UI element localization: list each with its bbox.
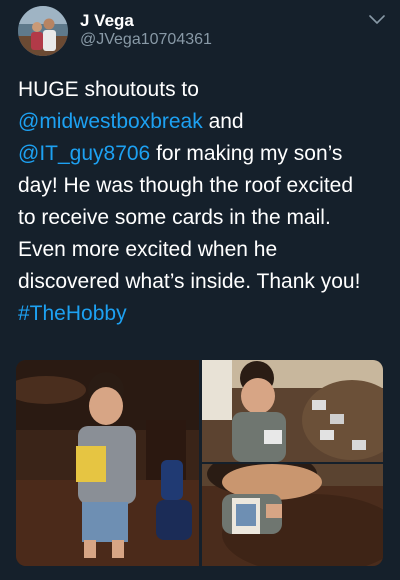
tweet-text-line: @IT_guy8706 for making my son’s: [18, 138, 390, 170]
mention-link[interactable]: @IT_guy8706: [18, 142, 150, 165]
hashtag-link[interactable]: #TheHobby: [18, 302, 127, 325]
author-display-name[interactable]: J Vega: [80, 11, 134, 31]
tweet-text-segment: Even more excited when he: [18, 238, 278, 261]
tweet: J Vega @JVega10704361 HUGE shoutouts to @…: [0, 0, 400, 580]
tweet-text-segment: to receive some cards in the mail.: [18, 206, 331, 229]
avatar[interactable]: [18, 6, 68, 56]
tweet-text-line: Even more excited when he: [18, 234, 390, 266]
chevron-down-icon[interactable]: [368, 14, 386, 26]
tweet-text-line: #TheHobby: [18, 298, 390, 330]
tweet-text-line: day! He was though the roof excited: [18, 170, 390, 202]
photo-icon: [202, 464, 383, 566]
profile-photo-icon: [18, 6, 68, 56]
tweet-text-line: @midwestboxbreak and: [18, 106, 390, 138]
tweet-text-segment: and: [202, 110, 244, 133]
tweet-text-segment: for making my son’s: [150, 142, 343, 165]
tweet-text-segment: discovered what’s inside. Thank you!: [18, 270, 361, 293]
tweet-text: HUGE shoutouts to @midwestboxbreak and @IT…: [18, 74, 390, 330]
author-handle[interactable]: @JVega10704361: [80, 31, 212, 49]
tweet-text-line: discovered what’s inside. Thank you!: [18, 266, 390, 298]
mention-link[interactable]: @midwestboxbreak: [18, 110, 203, 133]
media-grid: [16, 360, 383, 566]
photo-icon: [16, 360, 199, 566]
tweet-text-line: HUGE shoutouts to: [18, 74, 390, 106]
tweet-text-line: to receive some cards in the mail.: [18, 202, 390, 234]
tweet-text-segment: HUGE shoutouts to: [18, 78, 199, 101]
photo-icon: [202, 360, 383, 462]
photo-boy-showing-card[interactable]: [202, 464, 383, 566]
tweet-text-segment: day! He was though the roof excited: [18, 174, 354, 197]
photo-boy-with-cards-at-table[interactable]: [202, 360, 383, 462]
photo-boy-holding-card-pack[interactable]: [16, 360, 199, 566]
